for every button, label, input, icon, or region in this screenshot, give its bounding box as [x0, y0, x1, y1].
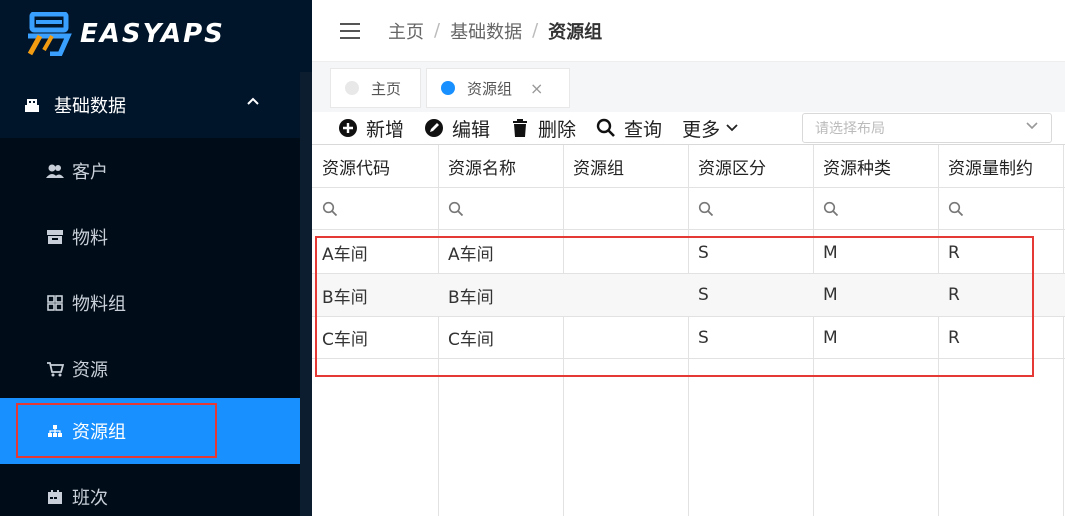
more-label: 更多 [682, 118, 721, 141]
search-icon [596, 118, 616, 138]
sidebar-item-resource[interactable]: 资源 [0, 336, 300, 402]
column-header-resource-code[interactable]: 资源代码 [312, 145, 438, 187]
sidebar-item-label: 物料组 [72, 294, 126, 315]
filter-input[interactable] [563, 188, 688, 229]
search-icon [948, 201, 964, 216]
column-header-resource-type[interactable]: 资源种类 [813, 145, 938, 187]
column-header-resource-name[interactable]: 资源名称 [438, 145, 563, 187]
query-button[interactable]: 查询 [596, 115, 662, 142]
breadcrumb-basic-data[interactable]: 基础数据 [450, 18, 522, 44]
sidebar-item-material-group[interactable]: 物料组 [0, 270, 300, 336]
sidebar: EASYAPS 基础数据 客户 物料 物料组 资源 资源组 班次 [0, 0, 312, 516]
tab-label: 资源组 [467, 79, 513, 98]
sidebar-item-shift[interactable]: 班次 [0, 464, 300, 516]
filter-input[interactable] [312, 188, 438, 229]
tab-status-dot [345, 81, 359, 95]
users-icon [46, 162, 64, 180]
tabs-bar: 主页 资源组 × [312, 62, 1065, 112]
table-header-row: 资源代码 资源名称 资源组 资源区分 资源种类 资源量制约 [312, 145, 1065, 188]
search-icon [448, 201, 464, 216]
filter-input[interactable] [938, 188, 1063, 229]
tab-home[interactable]: 主页 [330, 68, 421, 108]
box-icon [46, 228, 64, 246]
more-dropdown[interactable]: 更多 [682, 115, 738, 142]
layout-select-placeholder: 请选择布局 [815, 121, 885, 137]
filter-input[interactable] [688, 188, 813, 229]
highlight-outline [16, 403, 217, 458]
breadcrumb-home[interactable]: 主页 [388, 18, 424, 44]
sidebar-scrollbar[interactable] [300, 72, 312, 516]
brand-name: EASYAPS [80, 19, 225, 49]
sidebar-group-basic-data[interactable]: 基础数据 [0, 72, 300, 138]
query-button-label: 查询 [624, 118, 663, 141]
highlight-outline [315, 236, 1034, 377]
sidebar-item-material[interactable]: 物料 [0, 204, 300, 270]
breadcrumb: 主页 / 基础数据 / 资源组 [388, 18, 602, 44]
filter-input[interactable] [438, 188, 563, 229]
edit-icon [424, 118, 444, 138]
sidebar-item-customer[interactable]: 客户 [0, 138, 300, 204]
filter-row [312, 188, 1065, 230]
breadcrumb-separator: / [532, 20, 539, 41]
breadcrumb-current: 资源组 [548, 21, 603, 43]
plus-circle-icon [338, 118, 358, 138]
tab-resource-group[interactable]: 资源组 × [426, 68, 570, 108]
grid-icon [46, 294, 64, 312]
search-icon [322, 201, 338, 216]
search-icon [823, 201, 839, 216]
calendar-icon [46, 488, 64, 506]
cart-icon [46, 360, 64, 378]
tab-label: 主页 [371, 79, 402, 98]
breadcrumb-separator: / [434, 20, 441, 41]
sidebar-group-label: 基础数据 [54, 96, 126, 117]
add-button[interactable]: 新增 [338, 115, 404, 142]
sidebar-item-label: 资源 [72, 360, 108, 381]
delete-button-label: 删除 [538, 118, 577, 141]
menu-toggle-icon[interactable] [340, 22, 360, 39]
edit-button-label: 编辑 [452, 118, 491, 141]
trash-icon [510, 118, 530, 138]
sidebar-item-label: 客户 [72, 162, 108, 183]
filter-input[interactable] [813, 188, 938, 229]
search-icon [698, 201, 714, 216]
chevron-up-icon [246, 94, 260, 110]
sidebar-item-label: 班次 [72, 488, 108, 509]
chevron-down-icon [726, 124, 738, 132]
delete-button[interactable]: 删除 [510, 115, 576, 142]
chevron-down-icon [1025, 119, 1039, 135]
edit-button[interactable]: 编辑 [424, 115, 490, 142]
sidebar-item-label: 物料 [72, 228, 108, 249]
logo-icon [24, 11, 72, 57]
add-button-label: 新增 [366, 118, 405, 141]
building-icon [24, 97, 40, 113]
toolbar: 新增 编辑 删除 查询 更多 请选择布局 [312, 112, 1065, 144]
close-icon[interactable]: × [530, 79, 543, 98]
column-header-resource-division[interactable]: 资源区分 [688, 145, 813, 187]
column-header-resource-constraint[interactable]: 资源量制约 [938, 145, 1063, 187]
tab-status-dot [441, 81, 455, 95]
logo: EASYAPS [24, 11, 225, 57]
top-header: 主页 / 基础数据 / 资源组 [312, 0, 1065, 62]
sidebar-menu: EASYAPS 基础数据 客户 物料 物料组 资源 资源组 班次 [0, 0, 300, 516]
column-header-resource-group[interactable]: 资源组 [563, 145, 688, 187]
layout-select[interactable]: 请选择布局 [802, 113, 1052, 143]
